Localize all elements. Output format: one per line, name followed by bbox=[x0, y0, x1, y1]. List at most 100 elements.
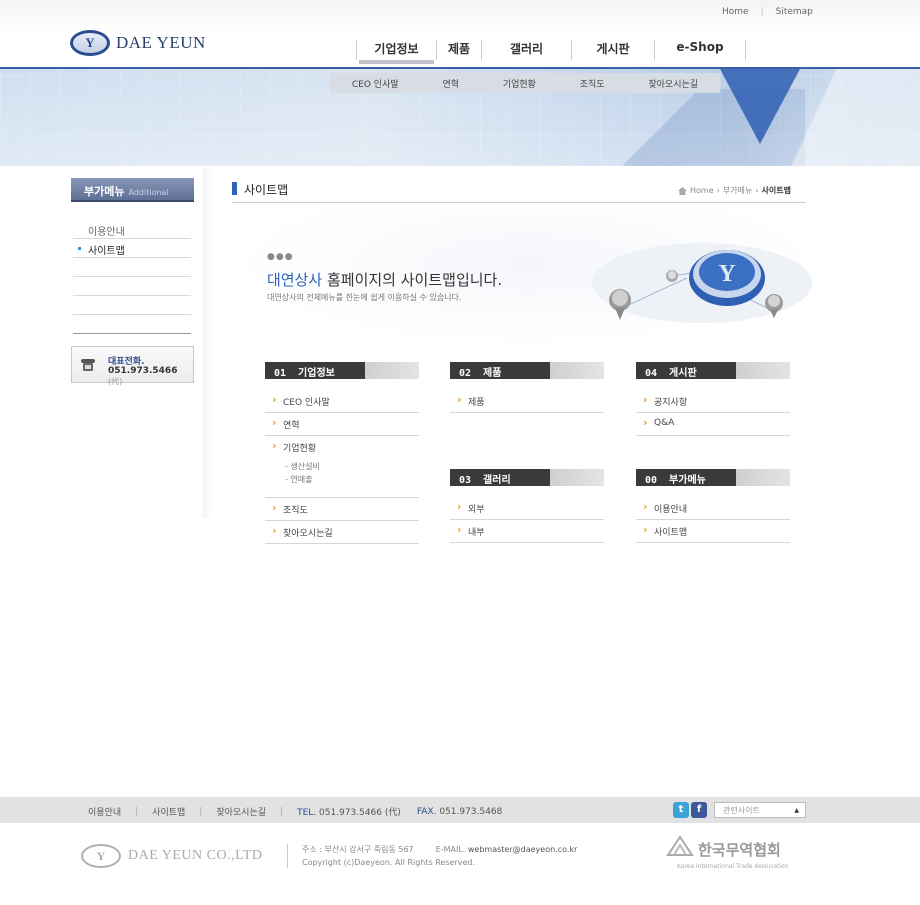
sub-nav-item[interactable]: 찾아오시는길 bbox=[648, 77, 698, 90]
sitemap-section-header[interactable]: 02 제품 bbox=[450, 362, 604, 379]
social-links: t f bbox=[673, 802, 707, 818]
sitemap-link-label: 공지사항 bbox=[654, 398, 688, 408]
sitemap-link-label: CEO 인사말 bbox=[283, 398, 330, 408]
svg-text:Y: Y bbox=[718, 261, 735, 287]
sitemap-link-label: 내부 bbox=[468, 528, 485, 538]
sitemap-list: 제품 bbox=[450, 390, 604, 413]
sitemap-list: CEO 인사말연혁기업현황 - 생산설비- 연매출조직도찾아오시는길 bbox=[265, 390, 419, 544]
nav-item[interactable]: 제품 bbox=[436, 40, 481, 60]
breadcrumb-home[interactable]: Home bbox=[690, 186, 714, 195]
sitemap-link-label: 조직도 bbox=[283, 506, 308, 516]
nav-item[interactable]: e-Shop bbox=[654, 40, 746, 60]
content-divider bbox=[232, 202, 806, 203]
sitemap-link[interactable]: 조직도 bbox=[265, 498, 419, 521]
sitemap-section-title: 제품 bbox=[483, 368, 502, 379]
sitemap-section-header[interactable]: 04 게시판 bbox=[636, 362, 790, 379]
sitemap-link[interactable]: CEO 인사말 bbox=[265, 390, 419, 413]
sitemap-link[interactable]: 내부 bbox=[450, 520, 604, 543]
intro-headline: 대연상사 홈페이지의 사이트맵입니다. bbox=[267, 271, 503, 289]
sitemap-link[interactable]: 연혁 bbox=[265, 413, 419, 436]
sitemap-sublink[interactable]: - 생산설비 bbox=[285, 460, 419, 473]
footer-copyright: Copyright (c)Daeyeon. All Rights Reserve… bbox=[302, 858, 475, 867]
sub-nav-item[interactable]: 기업현황 bbox=[503, 77, 536, 90]
footer-email: E-MAIL. webmaster@daeyeon.co.kr bbox=[435, 845, 578, 854]
sub-nav: CEO 인사말 연혁 기업현황 조직도 찾아오시는길 bbox=[330, 73, 720, 93]
chevron-right-icon: › bbox=[716, 186, 720, 195]
sitemap-section-header[interactable]: 01 기업정보 bbox=[265, 362, 419, 379]
intro-description: 대연상사의 전체메뉴를 한눈에 쉽게 이용하실 수 있습니다. bbox=[267, 293, 462, 302]
telephone-icon bbox=[81, 359, 95, 371]
sitemap-link[interactable]: 찾아오시는길 bbox=[265, 521, 419, 544]
footer-link[interactable]: 찾아오시는길 bbox=[216, 805, 266, 818]
phone-number: 051.973.5466 (代) bbox=[108, 366, 178, 386]
sidebar-empty-row bbox=[73, 258, 191, 277]
sitemap-section-title: 기업정보 bbox=[298, 368, 335, 379]
sitemap-sublink[interactable]: - 연매출 bbox=[285, 473, 419, 486]
sitemap-section-number: 02 bbox=[459, 368, 472, 379]
footer-logo-mark-icon: Y bbox=[81, 844, 121, 868]
sitemap-section-number: 00 bbox=[645, 475, 658, 486]
facebook-icon[interactable]: f bbox=[691, 802, 707, 818]
logo-mark-icon: Y bbox=[70, 30, 110, 56]
sidebar-item[interactable]: 사이트맵 bbox=[73, 239, 191, 258]
footer-address-block: 주소 : 부산시 강서구 죽림동 567 E-MAIL. webmaster@da… bbox=[302, 843, 577, 869]
footer-nav: 이용안내 | 사이트맵 | 찾아오시는길 | TEL. 051.973.5466… bbox=[88, 805, 502, 819]
nav-item[interactable]: 게시판 bbox=[571, 40, 654, 60]
sitemap-link[interactable]: 이용안내 bbox=[636, 497, 790, 520]
main-nav: 기업정보 제품 갤러리 게시판 e-Shop bbox=[356, 40, 746, 64]
breadcrumb-current: 사이트맵 bbox=[761, 186, 791, 195]
logo-text: DAE YEUN bbox=[116, 33, 206, 52]
sitemap-link[interactable]: 사이트맵 bbox=[636, 520, 790, 543]
association-name-en: Korea International Trade Association bbox=[677, 863, 789, 870]
sitemap-link[interactable]: 공지사항 bbox=[636, 390, 790, 413]
sitemap-link[interactable]: 기업현황 - 생산설비- 연매출 bbox=[265, 436, 419, 498]
hero-visual: CEO 인사말 연혁 기업현황 조직도 찾아오시는길 bbox=[0, 69, 920, 166]
home-link[interactable]: Home bbox=[722, 7, 749, 17]
footer-link[interactable]: 이용안내 bbox=[88, 805, 121, 818]
footer-company-name: DAE YEUN CO.,LTD bbox=[128, 848, 263, 863]
nav-item[interactable]: 갤러리 bbox=[481, 40, 571, 60]
sidebar-item[interactable]: 이용안내 bbox=[73, 220, 191, 239]
sub-nav-item[interactable]: 조직도 bbox=[580, 77, 605, 90]
sitemap-section-number: 04 bbox=[645, 368, 658, 379]
sitemap-section-number: 01 bbox=[274, 368, 287, 379]
sitemap-link-label: 사이트맵 bbox=[654, 528, 688, 538]
breadcrumb: Home › 부가메뉴 › 사이트맵 bbox=[678, 185, 791, 196]
site-logo[interactable]: Y DAE YEUN bbox=[70, 30, 206, 56]
footer-separator: | bbox=[199, 806, 203, 817]
sidebar-menu: 이용안내 사이트맵 bbox=[73, 220, 191, 334]
nav-item[interactable]: 기업정보 bbox=[356, 40, 436, 64]
footer-tel: TEL. 051.973.5466 (代) bbox=[297, 808, 401, 818]
utility-nav: Home | Sitemap bbox=[722, 7, 813, 17]
header: Home | Sitemap Y DAE YEUN 기업정보 제품 갤러리 게시판 e-… bbox=[0, 0, 920, 68]
sitemap-link-label: 기업현황 bbox=[283, 444, 317, 454]
sub-nav-item[interactable]: CEO 인사말 bbox=[352, 77, 399, 90]
sitemap-section-header[interactable]: 03 갤러리 bbox=[450, 469, 604, 486]
sitemap-section-header[interactable]: 00 부가메뉴 bbox=[636, 469, 790, 486]
sitemap-section: 00 부가메뉴이용안내사이트맵 bbox=[636, 469, 790, 543]
sitemap-section-title: 갤러리 bbox=[483, 475, 511, 486]
sitemap-link[interactable]: 제품 bbox=[450, 390, 604, 413]
sitemap-link-label: 연혁 bbox=[283, 421, 300, 431]
sidebar-empty-row bbox=[73, 315, 191, 334]
caret-up-icon: ▲ bbox=[794, 807, 799, 814]
sitemap-link[interactable]: 외부 bbox=[450, 497, 604, 520]
sidebar-empty-row bbox=[73, 296, 191, 315]
twitter-icon[interactable]: t bbox=[673, 802, 689, 818]
sitemap-list: 공지사항 Q&A bbox=[636, 390, 790, 436]
footer-separator: | bbox=[135, 806, 139, 817]
phone-box: 대표전화. 051.973.5466 (代) bbox=[71, 346, 194, 386]
sub-nav-item[interactable]: 연혁 bbox=[442, 77, 459, 90]
sitemap-link-label: 찾아오시는길 bbox=[283, 529, 333, 539]
related-sites-select[interactable]: 관련사이트 ▲ bbox=[714, 802, 806, 818]
sidebar-title-sub: Additional bbox=[128, 188, 169, 197]
chevron-right-icon: › bbox=[755, 186, 759, 195]
sitemap-section: 04 게시판공지사항 Q&A bbox=[636, 362, 790, 436]
page-title: 사이트맵 bbox=[232, 181, 288, 198]
intro-banner: ●●● 대연상사 홈페이지의 사이트맵입니다. 대연상사의 전체메뉴를 한눈에 … bbox=[232, 208, 822, 348]
sitemap-link[interactable]: Sitemap bbox=[776, 7, 813, 17]
breadcrumb-section[interactable]: 부가메뉴 bbox=[723, 185, 752, 196]
footer-link[interactable]: 사이트맵 bbox=[152, 805, 185, 818]
association-name: 한국무역협회 bbox=[698, 841, 781, 859]
sitemap-link[interactable]: Q&A bbox=[636, 413, 790, 436]
